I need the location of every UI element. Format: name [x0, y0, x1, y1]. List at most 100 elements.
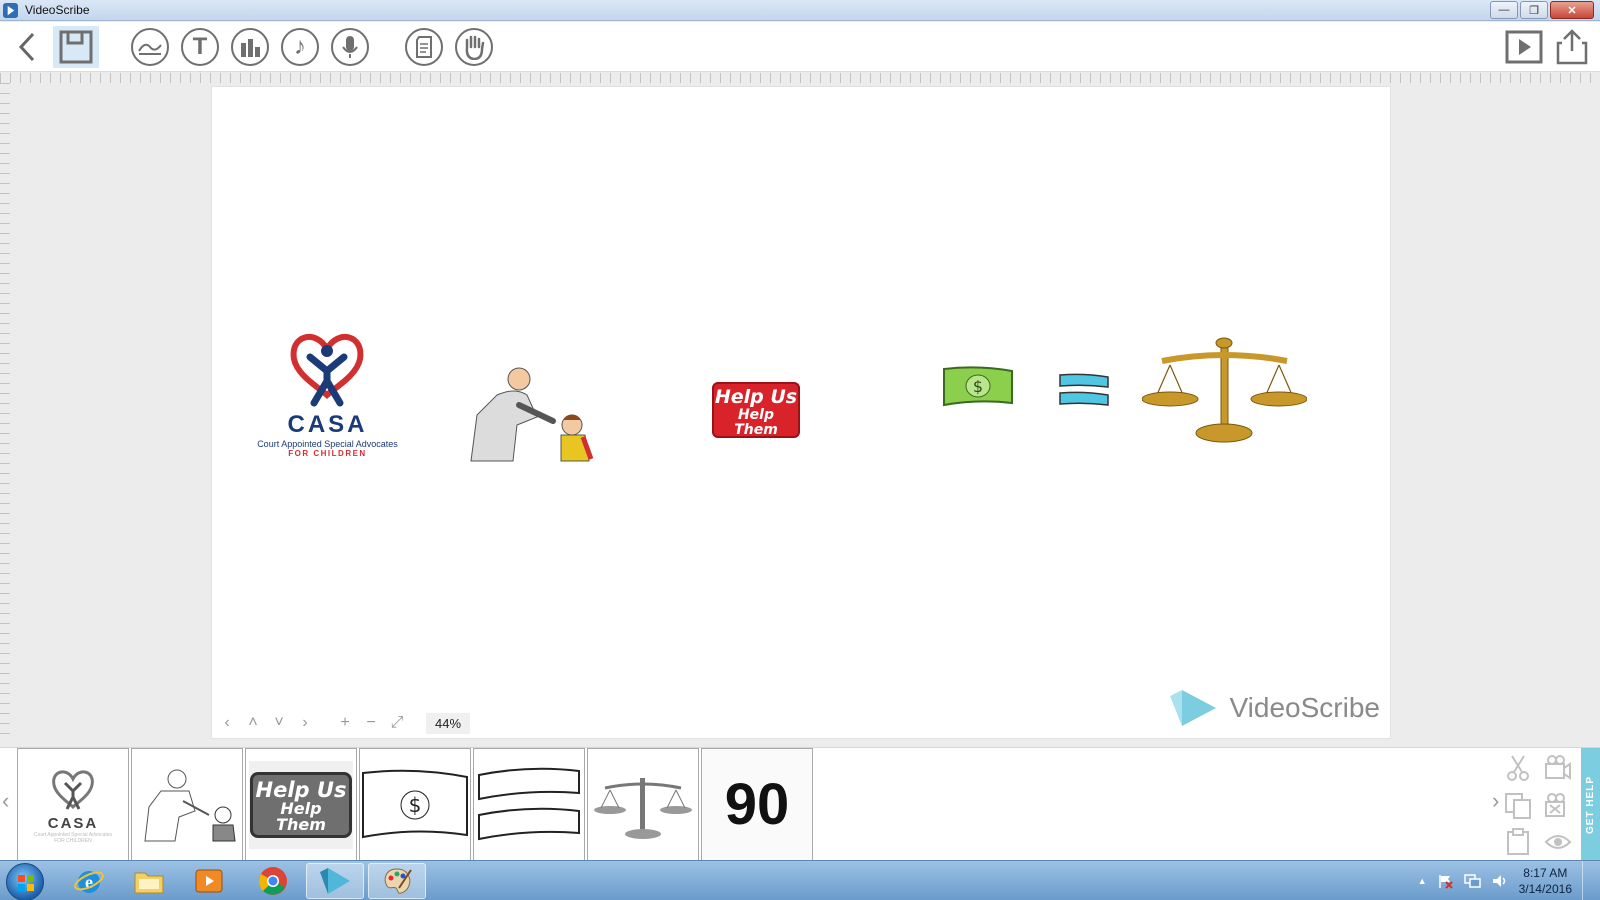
system-clock[interactable]: 8:17 AM 3/14/2016: [1519, 865, 1572, 897]
taskbar-media-player[interactable]: [180, 863, 238, 899]
pan-up-button[interactable]: ˄: [242, 714, 264, 732]
media-player-icon: [195, 869, 223, 893]
hand-button[interactable]: [453, 26, 495, 68]
chart-icon: [231, 28, 269, 66]
timeline-item-scales[interactable]: [587, 748, 699, 861]
copy-icon[interactable]: [1504, 792, 1532, 820]
scales-thumb-icon: [594, 777, 692, 839]
timeline-item-helpus[interactable]: Help Us Help Them: [245, 748, 357, 861]
add-voiceover-button[interactable]: [329, 26, 371, 68]
share-button[interactable]: [1551, 26, 1593, 68]
casa-logo[interactable]: CASA Court Appointed Special Advocates F…: [250, 329, 405, 458]
taskbar-chrome[interactable]: [244, 863, 302, 899]
equals-sign-image[interactable]: [1058, 373, 1110, 407]
timeline-item-number[interactable]: 90: [701, 748, 813, 861]
taskbar-paint[interactable]: [368, 863, 426, 899]
save-icon: [59, 30, 93, 64]
set-camera-icon[interactable]: [1544, 754, 1572, 782]
clock-date: 3/14/2016: [1518, 882, 1572, 896]
properties-button[interactable]: [403, 26, 445, 68]
pan-left-button[interactable]: ‹: [216, 714, 238, 732]
add-music-button[interactable]: ♪: [279, 26, 321, 68]
taskbar-videoscribe[interactable]: [306, 863, 364, 899]
scribe-canvas[interactable]: CASA Court Appointed Special Advocates F…: [211, 86, 1391, 739]
preview-play-icon: [1505, 30, 1543, 64]
timeline-thumbnails: CASA Court Appointed Special Advocates F…: [17, 748, 815, 861]
chrome-icon: [259, 867, 287, 895]
watermark-text: VideoScribe: [1229, 692, 1380, 723]
volume-icon[interactable]: [1491, 873, 1509, 889]
svg-text:$: $: [973, 377, 983, 396]
timeline-edit-tools: [1500, 748, 1580, 861]
main-toolbar: T ♪: [0, 22, 1600, 72]
voiceover-icon: [331, 28, 369, 66]
canvas-navigation: ‹ ˄ ˅ › + − ⤢ 44%: [216, 710, 470, 736]
help-us-help-them-image[interactable]: Help Us Help Them: [712, 382, 800, 438]
scolding-man-child-image[interactable]: [457, 365, 597, 465]
save-button[interactable]: [53, 26, 99, 68]
helpus-line2: Help Them: [734, 406, 778, 438]
add-chart-button[interactable]: [229, 26, 271, 68]
thumb-number-text: 90: [724, 772, 790, 837]
casa-thumb-icon: [52, 770, 94, 810]
properties-icon: [405, 28, 443, 66]
pan-down-button[interactable]: ˅: [268, 714, 290, 732]
show-hidden-icons-icon[interactable]: ▲: [1418, 876, 1427, 886]
zoom-fit-button[interactable]: ⤢: [386, 714, 408, 732]
pan-right-button[interactable]: ›: [294, 714, 316, 732]
text-icon: T: [181, 28, 219, 66]
action-center-flag-icon[interactable]: [1437, 873, 1453, 889]
thumb-helpus-line2: Help Them: [276, 798, 326, 835]
thumb-casa-title: CASA: [47, 815, 99, 832]
horizontal-ruler: [0, 73, 1600, 83]
share-export-icon: [1556, 29, 1588, 65]
cut-icon[interactable]: [1504, 754, 1532, 782]
clock-time: 8:17 AM: [1523, 866, 1568, 880]
videoscribe-app-icon: [3, 3, 18, 18]
timeline-scroll-right[interactable]: ›: [1492, 788, 1499, 814]
zoom-in-button[interactable]: +: [334, 714, 356, 732]
timeline-item-dollar[interactable]: $: [359, 748, 471, 861]
restore-button[interactable]: ❐: [1520, 1, 1548, 19]
clear-camera-icon[interactable]: [1544, 792, 1572, 820]
dollar-thumb-icon: $: [362, 769, 468, 838]
zoom-level-display[interactable]: 44%: [426, 712, 470, 734]
preview-button[interactable]: [1503, 26, 1545, 68]
paint-palette-icon: [384, 868, 412, 894]
taskbar-file-explorer[interactable]: [120, 863, 178, 899]
timeline-scroll-left[interactable]: ‹: [2, 788, 9, 814]
back-icon: [18, 32, 35, 62]
visibility-eye-icon[interactable]: [1544, 828, 1572, 856]
thumb-helpus-line1: Help Us: [255, 777, 347, 802]
paste-icon[interactable]: [1504, 828, 1532, 856]
get-help-tab[interactable]: GET HELP: [1581, 748, 1600, 861]
dollar-bill-image[interactable]: $: [942, 365, 1014, 409]
videoscribe-logo-icon: [1169, 690, 1216, 726]
close-button[interactable]: ✕: [1550, 1, 1594, 19]
timeline-item-casa[interactable]: CASA Court Appointed Special Advocates F…: [17, 748, 129, 861]
zoom-out-button[interactable]: −: [360, 714, 382, 732]
windows-logo-icon: [18, 875, 34, 891]
timeline-item-equals[interactable]: [473, 748, 585, 861]
background-icon: [131, 28, 169, 66]
helpus-thumb: Help Us Help Them: [250, 771, 352, 838]
network-icon[interactable]: [1463, 873, 1481, 889]
timeline-item-man-child[interactable]: [131, 748, 243, 861]
casa-title: CASA: [287, 411, 368, 438]
svg-text:$: $: [409, 793, 422, 817]
background-button[interactable]: [129, 26, 171, 68]
minimize-button[interactable]: —: [1490, 1, 1518, 19]
start-button[interactable]: [6, 863, 44, 900]
music-icon: ♪: [281, 28, 319, 66]
timeline-strip: ‹ CASA Court Appointed Special Advocates…: [0, 747, 1600, 861]
system-tray: ▲ 8:17 AM 3/14/2016: [1418, 861, 1592, 900]
show-desktop-button[interactable]: [1582, 861, 1592, 900]
taskbar-internet-explorer[interactable]: e: [60, 863, 118, 899]
equals-thumb-icon: [478, 767, 580, 840]
scales-of-justice-image[interactable]: [1142, 335, 1307, 445]
thumb-casa-tag: FOR CHILDREN: [54, 838, 92, 844]
helpus-line1: Help Us: [714, 386, 798, 408]
internet-explorer-icon: e: [74, 871, 104, 893]
add-text-button[interactable]: T: [179, 26, 221, 68]
back-button[interactable]: [6, 26, 48, 68]
